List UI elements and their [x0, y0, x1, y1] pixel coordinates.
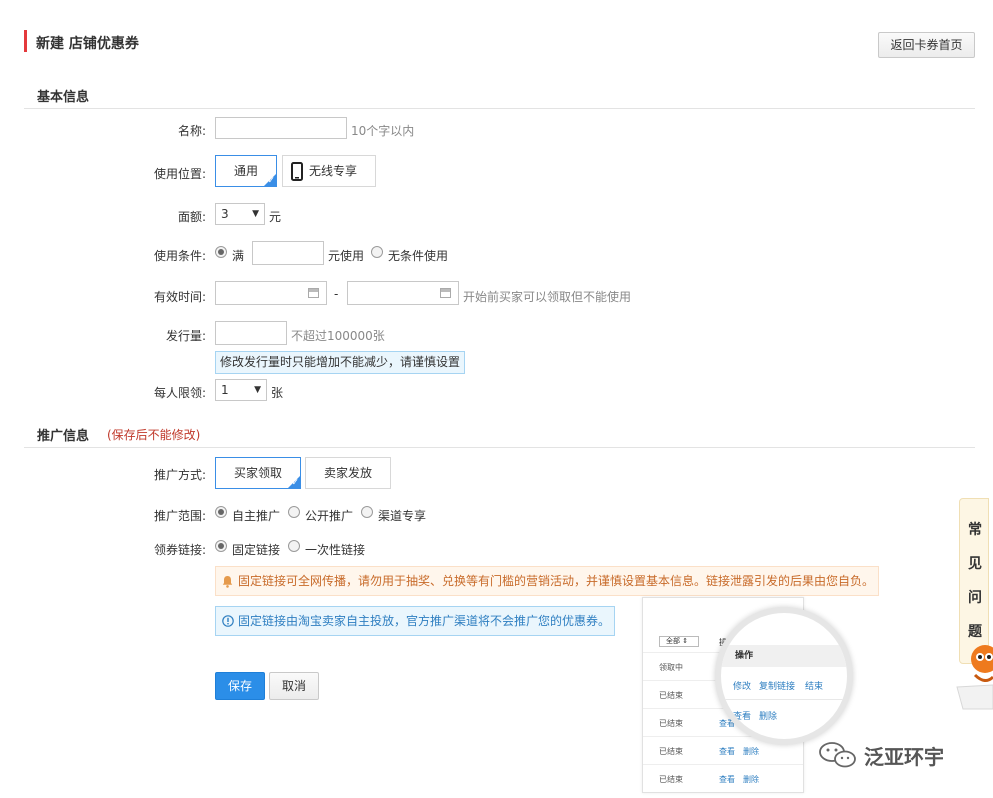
- faq-char: 常: [968, 522, 982, 538]
- mascot-icon: [956, 645, 993, 710]
- promo-section-title: 推广信息: [37, 429, 90, 444]
- quantity-tip: 修改发行量时只能增加不能减少，请谨慎设置: [215, 351, 465, 374]
- dropdown-arrow-icon: ▼: [254, 385, 261, 395]
- validity-hint: 开始前买家可以领取但不能使用: [463, 290, 632, 304]
- dropdown-arrow-icon: ▼: [252, 209, 259, 219]
- fixed-link-info: 固定链接由淘宝卖家自主投放，官方推广渠道将不会推广您的优惠券。: [215, 606, 615, 636]
- method-label: 推广方式:: [153, 468, 206, 482]
- link-once-text: 一次性链接: [305, 543, 366, 557]
- validity-separator: -: [334, 287, 339, 301]
- promo-section-note: (保存后不能修改): [107, 428, 201, 442]
- magnifier-copy-link: 复制链接: [759, 682, 796, 692]
- magnifier-divider: [721, 699, 847, 700]
- scope-self-text: 自主推广: [232, 509, 281, 523]
- info-icon: [222, 615, 234, 627]
- validity-end-input[interactable]: [347, 281, 459, 305]
- faq-char: 见: [968, 556, 982, 572]
- quantity-hint: 不超过100000张: [291, 329, 385, 343]
- scope-public-radio[interactable]: [288, 506, 300, 518]
- save-button[interactable]: 保存: [215, 672, 265, 700]
- wechat-icon: [819, 742, 856, 768]
- link-once-radio[interactable]: [288, 540, 300, 552]
- condition-full-text: 满: [232, 249, 245, 263]
- info-text: 固定链接由淘宝卖家自主投放，官方推广渠道将不会推广您的优惠券。: [238, 614, 611, 628]
- quantity-label: 发行量:: [165, 329, 206, 343]
- page-title: 新建 店铺优惠券: [36, 36, 139, 52]
- magnifier-edit-link: 修改: [733, 682, 752, 692]
- preview-row: 已结束 查看 删除: [643, 764, 803, 792]
- back-to-coupon-home-button[interactable]: 返回卡券首页: [878, 32, 975, 58]
- name-label: 名称:: [177, 124, 206, 138]
- preview-magnifier: 操作 修改 复制链接 结束 查看 删除: [715, 607, 853, 745]
- link-fixed-radio[interactable]: [215, 540, 227, 552]
- method-seller-issue-option[interactable]: 卖家发放: [305, 457, 391, 489]
- method-seller-issue-text: 卖家发放: [323, 466, 372, 480]
- basic-section-title: 基本信息: [37, 90, 90, 105]
- scope-channel-text: 渠道专享: [378, 509, 427, 523]
- scope-label: 推广范围:: [153, 509, 206, 523]
- section-divider: [24, 447, 975, 448]
- validity-start-input[interactable]: [215, 281, 327, 305]
- method-buyer-claim-option[interactable]: 买家领取 ✓: [215, 457, 301, 489]
- link-label: 领券链接:: [153, 543, 206, 557]
- name-input[interactable]: [215, 117, 347, 139]
- warning-text: 固定链接可全网传播，请勿用于抽奖、兑换等有门槛的营销活动，并谨慎设置基本信息。链…: [238, 574, 875, 588]
- condition-full-radio[interactable]: [215, 246, 227, 258]
- title-accent-bar: [24, 30, 27, 52]
- preview-filter-select: 全部 ⇕: [659, 636, 699, 647]
- section-divider: [24, 108, 975, 109]
- position-wireless-text: 无线专享: [309, 164, 358, 178]
- magnifier-delete-link: 删除: [759, 712, 778, 722]
- limit-unit: 张: [271, 386, 284, 400]
- cancel-button[interactable]: 取消: [269, 672, 319, 700]
- condition-full-amount-input[interactable]: [252, 241, 324, 265]
- phone-icon: [291, 162, 303, 181]
- amount-label: 面额:: [177, 210, 206, 224]
- condition-full-suffix: 元使用: [328, 249, 365, 263]
- method-buyer-claim-text: 买家领取: [233, 466, 282, 480]
- check-icon: ✓: [291, 478, 299, 488]
- condition-label: 使用条件:: [153, 249, 206, 263]
- magnifier-header: 操作: [721, 645, 847, 667]
- position-label: 使用位置:: [153, 167, 206, 181]
- amount-select[interactable]: 3 ▼: [215, 203, 265, 225]
- scope-self-radio[interactable]: [215, 506, 227, 518]
- check-icon: ✓: [267, 176, 275, 186]
- magnifier-view-link: 查看: [733, 712, 752, 722]
- faq-char: 问: [968, 590, 982, 606]
- amount-unit: 元: [269, 210, 282, 224]
- validity-label: 有效时间:: [153, 290, 206, 304]
- position-wireless-option[interactable]: 无线专享: [282, 155, 376, 187]
- fixed-link-warning: 固定链接可全网传播，请勿用于抽奖、兑换等有门槛的营销活动，并谨慎设置基本信息。链…: [215, 566, 879, 596]
- condition-none-radio[interactable]: [371, 246, 383, 258]
- limit-label: 每人限领:: [153, 386, 206, 400]
- condition-none-text: 无条件使用: [388, 249, 449, 263]
- scope-public-text: 公开推广: [305, 509, 354, 523]
- bell-icon: [222, 576, 233, 588]
- calendar-icon: [308, 288, 319, 298]
- limit-select[interactable]: 1 ▼: [215, 379, 267, 401]
- magnifier-end-link: 结束: [805, 682, 824, 692]
- scope-channel-radio[interactable]: [361, 506, 373, 518]
- calendar-icon: [440, 288, 451, 298]
- quantity-input[interactable]: [215, 321, 287, 345]
- position-general-text: 通用: [233, 164, 258, 178]
- link-fixed-text: 固定链接: [232, 543, 281, 557]
- watermark-text: 泛亚环宇: [864, 745, 944, 769]
- name-hint: 10个字以内: [351, 124, 415, 138]
- position-general-option[interactable]: 通用 ✓: [215, 155, 277, 187]
